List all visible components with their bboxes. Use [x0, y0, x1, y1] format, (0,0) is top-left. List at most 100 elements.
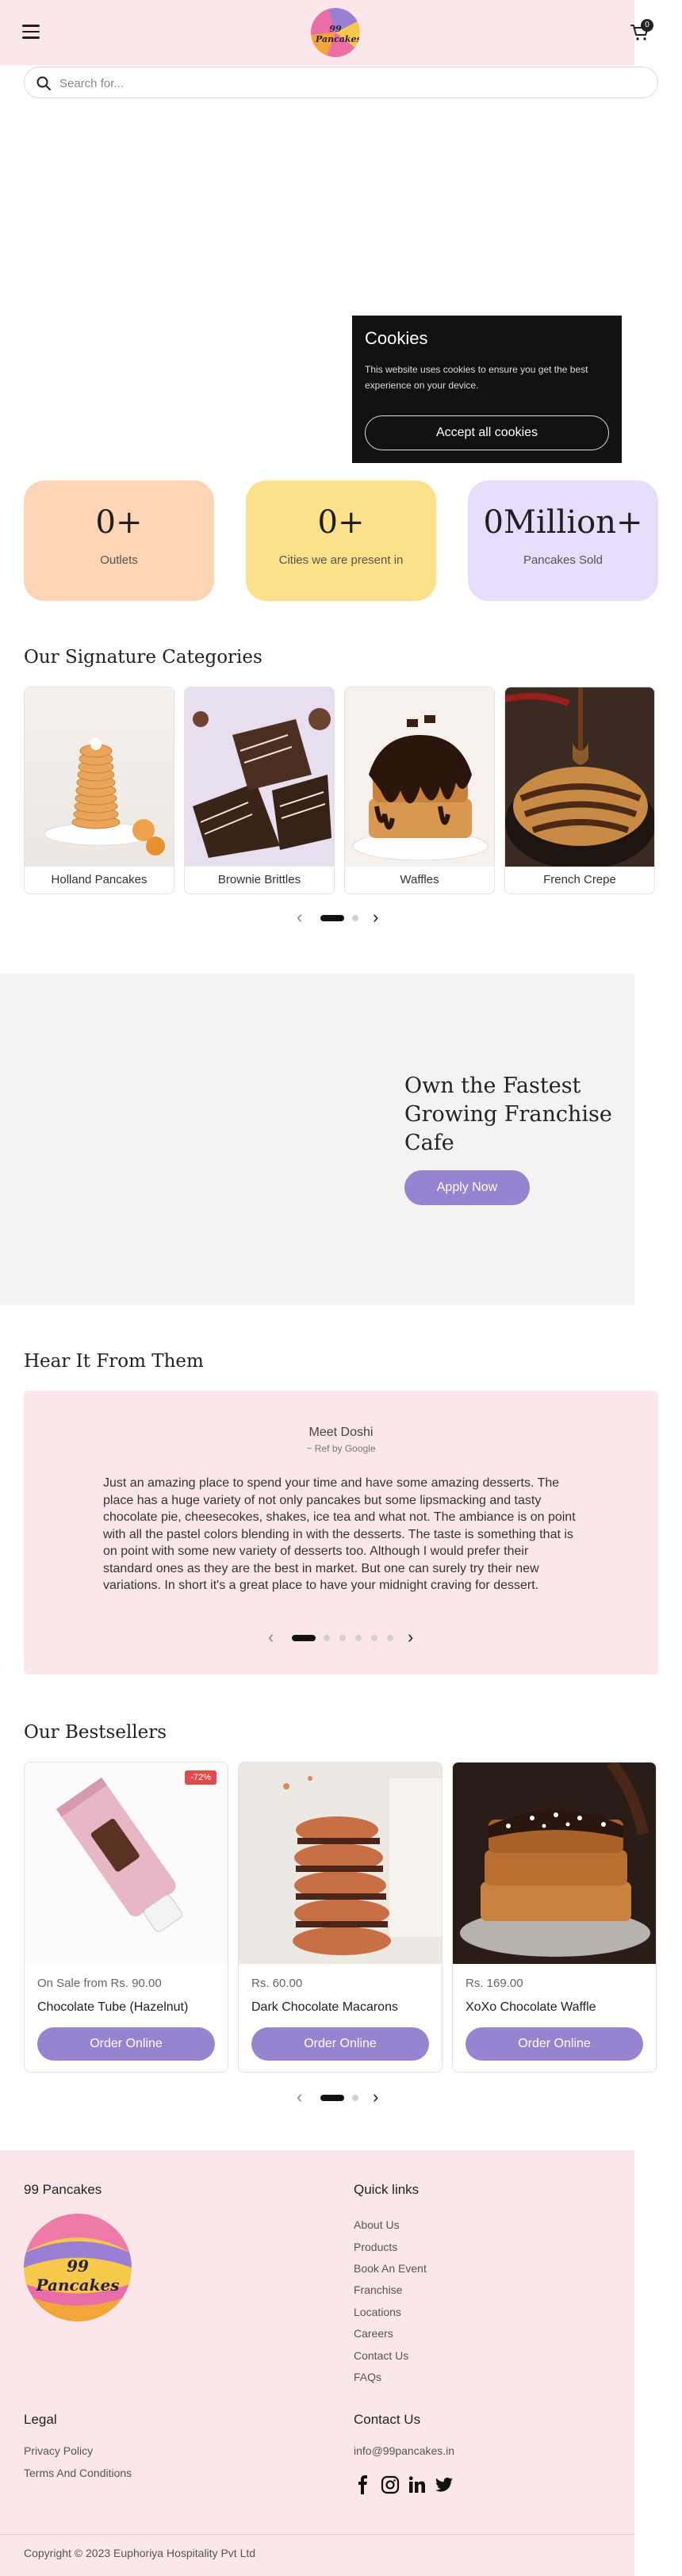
- chevron-right-icon[interactable]: ›: [373, 2088, 378, 2106]
- order-online-button[interactable]: Order Online: [37, 2027, 215, 2061]
- product-card-dark-chocolate-macarons[interactable]: Rs. 60.00 Dark Chocolate Macarons Order …: [238, 1762, 443, 2073]
- stat-value: 0+: [95, 504, 143, 541]
- chevron-right-icon[interactable]: ›: [373, 909, 378, 926]
- product-price: Rs. 60.00: [251, 1977, 303, 1990]
- stat-label: Outlets: [100, 553, 138, 567]
- footer-divider: [0, 2534, 634, 2535]
- chevron-left-icon[interactable]: ‹: [297, 909, 302, 926]
- categories-title: Our Signature Categories: [24, 647, 262, 668]
- product-card-xoxo-chocolate-waffle[interactable]: Rs. 169.00 XoXo Chocolate Waffle Order O…: [452, 1762, 657, 2073]
- testimonial-card: Meet Doshi ~ Ref by Google Just an amazi…: [24, 1391, 658, 1675]
- carousel-dot[interactable]: [387, 1635, 393, 1641]
- search-icon[interactable]: [36, 75, 52, 91]
- product-name[interactable]: Dark Chocolate Macarons: [251, 2000, 398, 2015]
- footer-link-careers[interactable]: Careers: [354, 2327, 393, 2340]
- search-bar: [24, 67, 658, 98]
- instagram-icon[interactable]: [381, 2475, 400, 2494]
- category-card-holland-pancakes[interactable]: Holland Pancakes: [24, 687, 174, 894]
- category-card-waffles[interactable]: Waffles: [344, 687, 495, 894]
- apply-now-button[interactable]: Apply Now: [404, 1170, 530, 1205]
- stat-card-outlets: 0+ Outlets: [24, 480, 214, 601]
- brand-logo[interactable]: 99 Pancakes: [311, 8, 360, 57]
- stat-value: 0Million+: [483, 504, 643, 541]
- stat-card-cities: 0+ Cities we are present in: [246, 480, 436, 601]
- carousel-dot[interactable]: [292, 1635, 316, 1641]
- footer-link-locations[interactable]: Locations: [354, 2306, 401, 2318]
- footer-link-about-us[interactable]: About Us: [354, 2218, 400, 2231]
- chocolate-tube-image: -72%: [25, 1763, 228, 1964]
- logo-text: 99 Pancakes: [316, 24, 360, 44]
- reviewer-name: Meet Doshi: [308, 1426, 374, 1439]
- category-label: French Crepe: [543, 873, 616, 886]
- waffles-image: [345, 687, 494, 867]
- footer-brand: 99 Pancakes: [24, 2182, 102, 2197]
- macarons-image: [239, 1763, 442, 1964]
- franchise-section: Own the Fastest Growing Franchise Cafe A…: [0, 974, 634, 1305]
- contact-email-link[interactable]: info@99pancakes.in: [354, 2444, 454, 2457]
- menu-icon[interactable]: [22, 25, 40, 39]
- footer-link-products[interactable]: Products: [354, 2241, 397, 2253]
- carousel-dot[interactable]: [352, 2095, 358, 2101]
- footer-logo-text: 99 Pancakes: [36, 2256, 120, 2295]
- carousel-dot[interactable]: [320, 915, 344, 921]
- bestsellers-title: Our Bestsellers: [24, 1722, 167, 1743]
- product-price: On Sale from Rs. 90.00: [37, 1977, 162, 1990]
- cart-count-badge: 0: [641, 19, 653, 32]
- review-source: ~ Ref by Google: [306, 1443, 376, 1454]
- stat-label: Pancakes Sold: [523, 553, 603, 567]
- order-online-button[interactable]: Order Online: [466, 2027, 643, 2061]
- stat-label: Cities we are present in: [278, 553, 404, 567]
- review-text: Just an amazing place to spend your time…: [103, 1476, 576, 1592]
- site-footer: 99 Pancakes 99 Pancakes Quick links Abou…: [0, 2150, 634, 2576]
- brownie-brittles-image: [185, 687, 334, 867]
- footer-link-franchise[interactable]: Franchise: [354, 2283, 402, 2296]
- legal-title: Legal: [24, 2412, 57, 2427]
- franchise-title: Own the Fastest Growing Franchise Cafe: [404, 1074, 612, 1155]
- categories-carousel-nav: ‹ ›: [297, 909, 385, 926]
- footer-link-book-an-event[interactable]: Book An Event: [354, 2262, 427, 2275]
- facebook-icon[interactable]: [354, 2475, 373, 2494]
- carousel-dot[interactable]: [355, 1635, 362, 1641]
- footer-link-privacy-policy[interactable]: Privacy Policy: [24, 2444, 93, 2457]
- carousel-dot[interactable]: [352, 915, 358, 921]
- product-card-chocolate-tube[interactable]: -72% On Sale from Rs. 90.00 Chocolate Tu…: [24, 1762, 228, 2073]
- product-name[interactable]: XoXo Chocolate Waffle: [466, 2000, 596, 2015]
- testimonials-carousel-nav: ‹ ›: [268, 1629, 419, 1646]
- bestsellers-carousel-nav: ‹ ›: [297, 2088, 385, 2106]
- category-label: Waffles: [400, 873, 439, 886]
- linkedin-icon[interactable]: [408, 2475, 427, 2494]
- copyright-text: Copyright © 2023 Euphoriya Hospitality P…: [24, 2547, 256, 2559]
- carousel-dot[interactable]: [324, 1635, 330, 1641]
- stat-value: 0+: [317, 504, 365, 541]
- cookie-banner: Cookies This website uses cookies to ens…: [352, 316, 622, 463]
- footer-link-contact-us[interactable]: Contact Us: [354, 2349, 408, 2362]
- chevron-right-icon[interactable]: ›: [408, 1629, 413, 1646]
- cookie-text: This website uses cookies to ensure you …: [365, 364, 588, 391]
- footer-logo[interactable]: 99 Pancakes: [24, 2214, 132, 2321]
- stat-card-pancakes-sold: 0Million+ Pancakes Sold: [468, 480, 658, 601]
- product-name[interactable]: Chocolate Tube (Hazelnut): [37, 2000, 188, 2015]
- footer-link-terms[interactable]: Terms And Conditions: [24, 2467, 132, 2479]
- carousel-dot[interactable]: [339, 1635, 346, 1641]
- sale-badge: -72%: [185, 1770, 216, 1785]
- chevron-left-icon[interactable]: ‹: [268, 1629, 274, 1646]
- category-label: Brownie Brittles: [217, 873, 301, 886]
- accept-cookies-button[interactable]: Accept all cookies: [365, 415, 609, 450]
- carousel-dot[interactable]: [320, 2095, 344, 2101]
- french-crepe-image: [505, 687, 654, 870]
- order-online-button[interactable]: Order Online: [251, 2027, 429, 2061]
- search-input[interactable]: [59, 74, 615, 93]
- category-label: Holland Pancakes: [51, 873, 148, 886]
- footer-link-faqs[interactable]: FAQs: [354, 2371, 381, 2383]
- category-card-french-crepe[interactable]: French Crepe: [504, 687, 655, 894]
- testimonials-title: Hear It From Them: [24, 1351, 204, 1372]
- waffle-image: [453, 1763, 656, 1964]
- category-card-brownie-brittles[interactable]: Brownie Brittles: [184, 687, 335, 894]
- product-price: Rs. 169.00: [466, 1977, 523, 1990]
- chevron-left-icon[interactable]: ‹: [297, 2088, 302, 2106]
- holland-pancakes-image: [25, 687, 174, 867]
- cookie-title: Cookies: [365, 328, 428, 348]
- carousel-dot[interactable]: [371, 1635, 377, 1641]
- twitter-icon[interactable]: [435, 2475, 454, 2494]
- contact-title: Contact Us: [354, 2412, 421, 2427]
